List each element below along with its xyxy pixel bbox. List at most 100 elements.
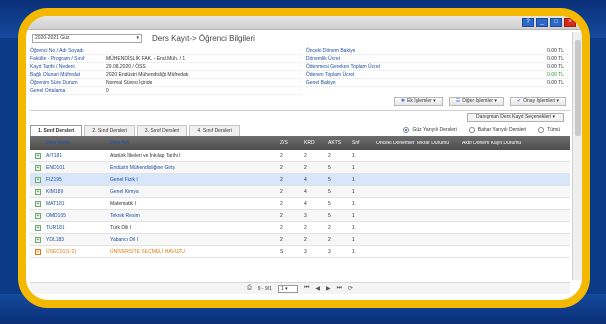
table-pager: ⎙ 9 - 9/1 1 ▾ ⏮ ◀ ▶ ⏭ ⟳ — [30, 282, 570, 294]
course-zs: 2 — [280, 236, 283, 243]
column-header-code[interactable]: Ders Kodu — [44, 140, 108, 146]
course-code: MAT181 — [46, 200, 65, 207]
approval-operations-label: Onay İşlemleri — [523, 98, 556, 104]
consultant-options-label: Danışman Ders Kayıt Seçenekleri — [476, 114, 552, 120]
course-zs: S — [280, 248, 284, 255]
table-row[interactable]: + AIT181 Atatürk İlkeleri ve İnkılap Tar… — [30, 150, 570, 162]
expand-icon[interactable]: + — [35, 188, 41, 195]
page-size-value: 1 — [280, 285, 284, 292]
other-operations-button[interactable]: ☰ Diğer İşlemler ▾ — [448, 97, 504, 106]
extra-operations-label: Ek İşlemler — [407, 98, 432, 104]
expand-icon[interactable]: + — [35, 152, 41, 159]
course-registration-window: ? _ □ × 2020-2021 Güz ▾ Ders Kayıt-> Öğr… — [18, 8, 590, 308]
course-name: Endüstri Mühendisliğine Giriş — [110, 164, 175, 171]
course-zs: 2 — [280, 224, 283, 231]
course-akts: 5 — [328, 200, 331, 207]
column-header-krd[interactable]: KRD — [302, 140, 326, 146]
column-header-previous[interactable]: Önceki Dönemler Tekrar Durumu — [374, 141, 460, 146]
course-zs: 2 — [280, 188, 283, 195]
course-name: Teknik Resim — [110, 212, 140, 219]
info-value: MÜHENDİSLİK FAK. - End.Müh. / 1 — [106, 56, 186, 62]
course-name: Türk Dili I — [110, 224, 132, 231]
info-label: Bağlı Olunan Müfredat — [30, 72, 81, 78]
course-class: 1 — [352, 236, 355, 243]
prev-page-icon[interactable]: ◀ — [315, 285, 320, 292]
approval-operations-button[interactable]: ✔ Onay İşlemleri ▾ — [509, 97, 566, 106]
table-row[interactable]: + KIM189 Genel Kimya 2 4 5 1 — [30, 186, 570, 198]
radio-all[interactable]: Tümü — [538, 127, 560, 133]
fee-info: Önceki Dönem Bakiye 0.00 TL Dönemlik Ücre… — [302, 47, 570, 95]
window-maximize-icon[interactable]: □ — [550, 18, 562, 27]
expand-icon[interactable]: + — [35, 224, 41, 231]
expand-icon[interactable]: + — [35, 164, 41, 171]
column-header-class[interactable]: Snf — [350, 140, 374, 146]
tab-class-2[interactable]: 2. Sınıf Dersleri — [84, 124, 135, 136]
course-zs: 2 — [280, 152, 283, 159]
refresh-icon[interactable]: ⟳ — [348, 285, 353, 292]
expand-icon[interactable]: + — [35, 200, 41, 207]
last-page-icon[interactable]: ⏭ — [337, 285, 342, 292]
tab-class-4[interactable]: 4. Sınıf Dersleri — [189, 124, 240, 136]
course-class: 1 — [352, 248, 355, 255]
expand-icon[interactable]: + — [35, 212, 41, 219]
fee-label: Ödenen Toplam Ücret — [305, 72, 355, 78]
table-row[interactable]: + OMD105 Teknik Resim 2 3 5 1 — [30, 210, 570, 222]
tab-class-3[interactable]: 3. Sınıf Dersleri — [136, 124, 188, 136]
course-code: OMD105 — [46, 212, 67, 219]
next-page-icon[interactable]: ▶ — [326, 285, 331, 292]
scrollbar-thumb[interactable] — [575, 40, 581, 136]
table-row[interactable]: + MAT181 Matematik I 2 4 5 1 — [30, 198, 570, 210]
table-row[interactable]: + TUR181 Türk Dili I 2 2 2 1 — [30, 222, 570, 234]
course-akts: 5 — [328, 176, 331, 183]
table-row[interactable]: + YDL183 Yabancı Dil I 2 2 2 1 — [30, 234, 570, 246]
page-size-select[interactable]: 1 ▾ — [277, 284, 298, 293]
column-header-akts[interactable]: AKTS — [326, 140, 350, 146]
window-minimize-icon[interactable]: _ — [536, 18, 548, 27]
fee-label: Genel Bakiye — [305, 80, 336, 86]
course-table-header: Ders Kodu Ders Adı Z/S KRD AKTS Snf Önce… — [30, 136, 570, 150]
course-name: Genel Fizik I — [110, 176, 138, 183]
radio-fall-label: Güz Yarıyılı Dersleri — [412, 127, 457, 133]
table-row[interactable]: + END101 Endüstri Mühendisliğine Giriş 2… — [30, 162, 570, 174]
radio-fall[interactable]: Güz Yarıyılı Dersleri — [403, 127, 457, 133]
course-krd: 4 — [304, 200, 307, 207]
course-krd: 4 — [304, 176, 307, 183]
table-row-selected[interactable]: + FIZ195 Genel Fizik I 2 4 5 1 — [30, 174, 570, 186]
course-name: Yabancı Dil I — [110, 236, 138, 243]
other-operations-label: Diğer İşlemler — [462, 98, 494, 104]
fee-value: 0.00 TL — [547, 56, 564, 62]
tab-class-1[interactable]: 1. Sınıf Dersleri — [30, 124, 83, 136]
course-krd: 2 — [304, 164, 307, 171]
course-akts: 5 — [328, 164, 331, 171]
radio-spring[interactable]: Bahar Yarıyılı Dersleri — [468, 127, 526, 133]
course-krd: 3 — [304, 248, 307, 255]
consultant-options-button[interactable]: Danışman Ders Kayıt Seçenekleri ▾ — [467, 113, 564, 122]
table-row-elective-pool[interactable]: + ÜSEC01(1-2) ÜNİVERSİTE SEÇMELİ HAVUZU … — [30, 246, 570, 258]
course-krd: 3 — [304, 212, 307, 219]
expand-icon[interactable]: + — [35, 236, 41, 243]
column-header-name[interactable]: Ders Adı — [108, 140, 278, 146]
fee-value: 0.00 TL — [547, 64, 564, 70]
vertical-scrollbar[interactable] — [572, 32, 582, 280]
column-header-active[interactable]: Aktif Dönem Kayıt Durumu — [460, 141, 550, 146]
course-krd: 4 — [304, 188, 307, 195]
extra-operations-button[interactable]: ✱ Ek İşlemler ▾ — [393, 97, 443, 106]
first-page-icon[interactable]: ⏮ — [304, 285, 309, 292]
radio-dot-selected — [403, 127, 410, 133]
course-code: YDL183 — [46, 236, 65, 243]
info-label: Genel Ortalama — [30, 88, 66, 94]
course-code: TUR181 — [46, 224, 65, 231]
fee-value: 0.00 TL — [547, 80, 564, 86]
course-class: 1 — [352, 212, 355, 219]
course-krd: 2 — [304, 236, 307, 243]
radio-dot — [468, 127, 475, 133]
window-close-icon[interactable]: × — [564, 18, 576, 27]
expand-icon[interactable]: + — [35, 248, 41, 255]
print-icon[interactable]: ⎙ — [247, 285, 252, 292]
column-header-zs[interactable]: Z/S — [278, 140, 302, 146]
expand-icon[interactable]: + — [35, 176, 41, 183]
info-label: Fakülte - Program / Sınıf — [30, 56, 85, 62]
term-select[interactable]: 2020-2021 Güz ▾ — [32, 33, 142, 43]
course-akts: 5 — [328, 188, 331, 195]
window-help-icon[interactable]: ? — [522, 18, 534, 27]
